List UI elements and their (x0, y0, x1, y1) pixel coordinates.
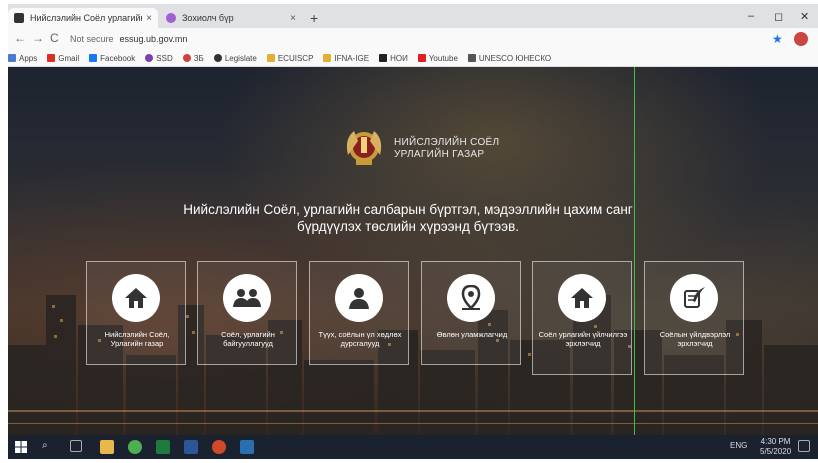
reload-button[interactable]: C (50, 31, 59, 45)
card-icon-circle (335, 274, 383, 322)
bookmark-favicon-icon (182, 54, 191, 62)
page-headline: Нийслэлийн Соёл, урлагийн салбарын бүртг… (183, 202, 633, 234)
back-button[interactable]: ← (14, 31, 26, 45)
bookmark-item[interactable]: ЗБ (182, 54, 204, 63)
bookmark-item[interactable]: Apps (8, 54, 37, 63)
navigation-bar: ← → C Not secure essug.ub.gov.mn ★ ⋮ (8, 28, 818, 50)
site-favicon-icon (14, 13, 24, 23)
card-heritage-monuments[interactable]: Түүх, соёлын үл хөдлөх дурсгалууд (309, 261, 409, 365)
excel-icon[interactable] (156, 440, 170, 454)
home-icon (571, 288, 593, 308)
card-label: Соёл урлагийн үйлчилгээ эрхлэгчид (538, 330, 628, 348)
tab-active[interactable]: Нийслэлийн Соёл урлагийн газ × (8, 8, 158, 28)
forward-button[interactable]: → (32, 31, 44, 45)
facebook-icon (89, 54, 98, 62)
tab-title: Нийслэлийн Соёл урлагийн газ (30, 13, 143, 23)
system-clock[interactable]: 4:30 PM 5/5/2020 (760, 437, 791, 457)
web-page: НИЙСЛЭЛИЙН СОЁЛ УРЛАГИЙН ГАЗАР Нийслэлий… (8, 67, 818, 435)
location-pin-icon (461, 285, 481, 310)
bookmark-item[interactable]: SSD (145, 54, 173, 63)
photoshop-icon[interactable] (240, 440, 254, 454)
organization-emblem-icon (346, 131, 382, 165)
tab-close-icon[interactable]: × (290, 13, 296, 24)
browser-menu-icon[interactable]: ⋮ (814, 31, 818, 44)
bookmark-favicon-icon (266, 54, 275, 62)
bookmark-item[interactable]: НОИ (379, 54, 408, 63)
card-capital-culture-office[interactable]: Нийслэлийн Соёл, Урлагийн газар (86, 261, 186, 365)
site-favicon-icon (166, 13, 176, 23)
url-text: essug.ub.gov.mn (119, 34, 188, 44)
app-icon[interactable] (212, 440, 226, 454)
home-icon (125, 288, 147, 308)
tab-title: Зохиолч бүр (182, 13, 234, 23)
bookmark-item[interactable]: Youtube (417, 54, 458, 63)
address-bar[interactable]: Not secure essug.ub.gov.mn (70, 30, 770, 48)
youtube-icon (417, 54, 426, 62)
vertical-divider-line (634, 67, 635, 435)
tab-close-icon[interactable]: × (146, 13, 152, 24)
card-icon-circle (112, 274, 160, 322)
card-heritage-bearers[interactable]: Өвлөн уламжлагчид (421, 261, 521, 365)
card-label: Соёл, урлагийн байгууллагууд (221, 330, 275, 348)
browser-window: Нийслэлийн Соёл урлагийн газ × Зохиолч б… (0, 0, 818, 463)
bookmark-favicon-icon (379, 54, 388, 62)
card-label: Түүх, соёлын үл хөдлөх дурсгалууд (318, 330, 402, 348)
card-cultural-industry[interactable]: Соёлын үйлдвэрлэл эрхлэгчид (644, 261, 744, 375)
new-tab-button[interactable]: + (310, 10, 318, 26)
scroll-quill-icon (684, 287, 705, 308)
maximize-button[interactable]: ◻ (774, 10, 783, 23)
organization-name: НИЙСЛЭЛИЙН СОЁЛ УРЛАГИЙН ГАЗАР (394, 137, 500, 160)
card-icon-circle (447, 274, 495, 322)
bookmark-favicon-icon (467, 54, 476, 62)
apps-icon (8, 54, 16, 62)
bookmarks-bar: Apps Gmail Facebook SSD ЗБ Legislate ECU… (8, 50, 818, 67)
windows-start-icon[interactable] (14, 440, 28, 454)
word-icon[interactable] (184, 440, 198, 454)
search-icon[interactable]: ⌕ (42, 440, 56, 454)
bookmark-item[interactable]: Legislate (213, 54, 257, 63)
bookmark-item[interactable]: UNESCO ЮНЕСКО (467, 54, 551, 63)
security-indicator[interactable]: Not secure (70, 34, 114, 44)
chrome-icon[interactable] (128, 440, 142, 454)
file-explorer-icon[interactable] (100, 440, 114, 454)
task-view-icon[interactable] (70, 440, 82, 452)
bookmark-favicon-icon (145, 54, 154, 62)
input-language[interactable]: ENG (730, 441, 747, 450)
bookmark-star-icon[interactable]: ★ (772, 32, 783, 46)
card-icon-circle (670, 274, 718, 322)
card-culture-service-providers[interactable]: Соёл урлагийн үйлчилгээ эрхлэгчид (532, 261, 632, 375)
card-icon-circle (223, 274, 271, 322)
bookmark-item[interactable]: Gmail (47, 54, 79, 63)
card-culture-organizations[interactable]: Соёл, урлагийн байгууллагууд (197, 261, 297, 365)
bookmark-favicon-icon (323, 54, 332, 62)
card-label: Соёлын үйлдвэрлэл эрхлэгчид (659, 330, 731, 348)
notification-center-icon[interactable] (798, 440, 810, 452)
gmail-icon (47, 54, 56, 62)
window-close-button[interactable]: ✕ (800, 10, 809, 23)
bookmark-favicon-icon (213, 54, 222, 62)
bookmark-item[interactable]: IFNA-IGE (323, 54, 369, 63)
person-icon (349, 288, 369, 309)
card-icon-circle (558, 274, 606, 322)
tab-strip: Нийслэлийн Соёл урлагийн газ × Зохиолч б… (8, 4, 818, 28)
bookmark-item[interactable]: Facebook (89, 54, 135, 63)
profile-avatar[interactable] (794, 32, 808, 46)
minimize-button[interactable]: – (748, 10, 754, 22)
card-label: Өвлөн уламжлагчид (436, 330, 508, 339)
windows-taskbar: ⌕ ENG 4:30 PM 5/5/2020 (8, 435, 818, 459)
card-label: Нийслэлийн Соёл, Урлагийн газар (104, 330, 170, 348)
bookmark-item[interactable]: ECUISCP (266, 54, 313, 63)
group-icon (233, 289, 261, 307)
tab-inactive[interactable]: Зохиолч бүр × (160, 8, 302, 28)
